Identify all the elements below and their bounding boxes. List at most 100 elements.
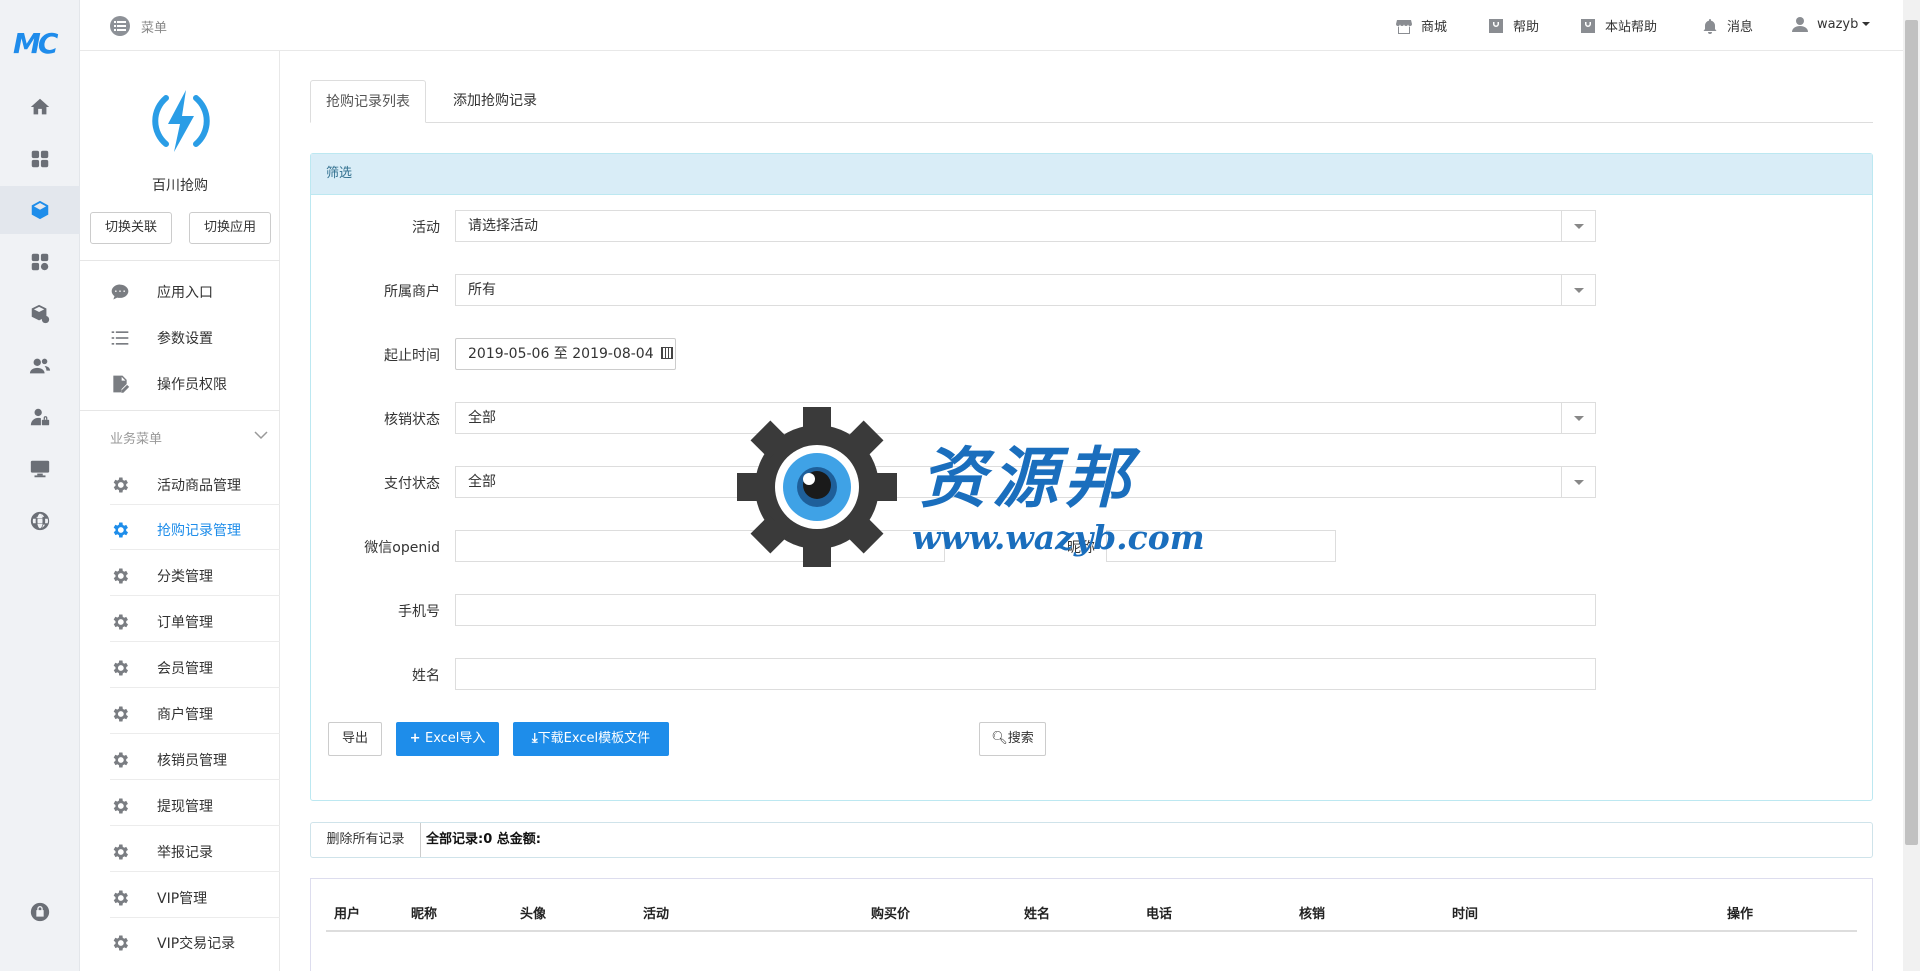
caret-down-icon	[1561, 275, 1595, 305]
search-label: 搜索	[1007, 731, 1034, 746]
merchant-value: 所有	[468, 282, 496, 298]
lock-icon[interactable]	[0, 888, 80, 936]
plus-icon: +	[409, 731, 425, 746]
download-template-button[interactable]: ⤓下载Excel模板文件	[513, 722, 669, 756]
sidebar-item-category[interactable]: 分类管理	[110, 556, 280, 596]
dashboard-icon[interactable]	[0, 135, 80, 183]
caret-down-icon	[1561, 211, 1595, 241]
menu-toggle[interactable]: 菜单	[110, 16, 167, 36]
chevron-down-icon[interactable]	[254, 428, 268, 442]
sidebar-item-activity-goods[interactable]: 活动商品管理	[110, 465, 280, 505]
sidebar-item-label: VIP管理	[157, 890, 208, 907]
sidebar-item-withdraw[interactable]: 提现管理	[110, 786, 280, 826]
home-icon[interactable]	[0, 83, 80, 131]
sidebar-item-vip[interactable]: VIP管理	[110, 878, 280, 918]
sidebar-item-verifiers[interactable]: 核销员管理	[110, 740, 280, 780]
chat-icon	[110, 282, 130, 302]
sidebar-item-label: 操作员权限	[157, 377, 227, 393]
search-button[interactable]: 🔍︎搜索	[979, 722, 1046, 756]
sidebar-item-label: VIP交易记录	[157, 936, 236, 952]
cube-icon[interactable]	[0, 186, 80, 234]
site-help-icon	[1581, 18, 1595, 33]
activity-value: 请选择活动	[468, 218, 538, 234]
help-bag-icon	[1489, 18, 1503, 33]
package-settings-icon[interactable]	[0, 290, 80, 338]
tab-add-record[interactable]: 添加抢购记录	[438, 80, 552, 123]
pay-status-value: 全部	[468, 474, 496, 490]
search-icon: 🔍︎	[991, 731, 1008, 746]
activity-select[interactable]: 请选择活动	[455, 210, 1596, 242]
gear-icon	[110, 475, 130, 495]
sidebar-item-operator-permission[interactable]: 操作员权限	[110, 364, 280, 404]
column-header: 操作	[1727, 907, 1754, 922]
sidebar-item-merchants[interactable]: 商户管理	[110, 694, 280, 734]
calendar-icon	[661, 347, 674, 359]
brand-logo[interactable]: MC	[13, 27, 65, 60]
summary-text: 全部记录:0 总金额:	[426, 832, 541, 847]
caret-down-icon	[1862, 22, 1871, 26]
top-bar: 菜单 商城 帮助 本站帮助 消息 wazyb	[80, 0, 1903, 51]
switch-link-button[interactable]: 切换关联	[90, 212, 172, 244]
phone-input[interactable]	[455, 594, 1596, 626]
sidebar-item-label: 抢购记录管理	[157, 522, 241, 539]
store-icon	[1396, 19, 1412, 34]
sidebar-item-label: 订单管理	[157, 614, 213, 631]
openid-label: 微信openid	[364, 540, 440, 556]
top-link-label: 本站帮助	[1605, 20, 1658, 35]
top-link-site-help[interactable]: 本站帮助	[1580, 16, 1657, 35]
globe-icon[interactable]	[0, 497, 80, 545]
top-link-label: 帮助	[1513, 20, 1540, 35]
pay-status-label: 支付状态	[384, 476, 440, 492]
sidebar-item-app-entry[interactable]: 应用入口	[110, 272, 280, 312]
excel-import-label: Excel导入	[424, 731, 486, 746]
user-lock-icon[interactable]	[0, 393, 80, 441]
top-link-messages[interactable]: 消息	[1702, 16, 1753, 35]
section-title: 业务菜单	[110, 432, 163, 447]
sidebar-item-orders[interactable]: 订单管理	[110, 602, 280, 642]
column-header: 活动	[643, 907, 670, 922]
users-icon[interactable]	[0, 342, 80, 390]
sidebar-item-params[interactable]: 参数设置	[110, 318, 280, 358]
user-name: wazyb	[1817, 16, 1859, 32]
activity-label: 活动	[412, 220, 440, 236]
gear-icon	[110, 888, 130, 908]
excel-import-button[interactable]: + Excel导入	[396, 722, 499, 756]
gear-icon	[110, 658, 130, 678]
download-template-label: 下载Excel模板文件	[537, 731, 651, 746]
divider	[80, 260, 280, 261]
gear-icon	[110, 750, 130, 770]
phone-label: 手机号	[398, 604, 440, 620]
bell-icon	[1703, 18, 1717, 34]
sidebar-item-vip-transactions[interactable]: VIP交易记录	[110, 923, 280, 963]
date-label: 起止时间	[384, 348, 440, 364]
sidebar-item-purchase-records[interactable]: 抢购记录管理	[110, 510, 280, 550]
delete-all-button[interactable]: 删除所有记录	[311, 823, 421, 857]
menu-label: 菜单	[141, 20, 168, 36]
apps-settings-icon[interactable]	[0, 238, 80, 286]
column-header: 昵称	[411, 907, 438, 922]
date-range-picker[interactable]: 2019-05-06 至 2019-08-04	[455, 338, 676, 370]
name-input[interactable]	[455, 658, 1596, 690]
merchant-select[interactable]: 所有	[455, 274, 1596, 306]
switch-app-button[interactable]: 切换应用	[189, 212, 271, 244]
top-link-label: 商城	[1421, 20, 1448, 35]
scrollbar-thumb[interactable]	[1905, 20, 1918, 845]
column-header: 核销	[1299, 907, 1326, 922]
column-header: 电话	[1146, 907, 1173, 922]
sidebar-item-members[interactable]: 会员管理	[110, 648, 280, 688]
watermark-url: www.wazyb.com	[912, 518, 1205, 557]
sidebar-item-label: 会员管理	[157, 660, 213, 677]
gear-icon	[110, 796, 130, 816]
sidebar-item-reports[interactable]: 举报记录	[110, 832, 280, 872]
monitor-icon[interactable]	[0, 445, 80, 493]
top-link-help[interactable]: 帮助	[1488, 16, 1539, 35]
user-menu[interactable]: wazyb	[1792, 16, 1871, 32]
export-button[interactable]: 导出	[328, 722, 382, 756]
top-link-store[interactable]: 商城	[1396, 16, 1447, 35]
gear-icon	[110, 566, 130, 586]
gear-icon	[110, 612, 130, 632]
verify-status-label: 核销状态	[384, 412, 440, 428]
app-name: 百川抢购	[152, 178, 208, 194]
filter-panel-title: 筛选	[311, 154, 1872, 195]
tab-purchase-list[interactable]: 抢购记录列表	[310, 80, 426, 123]
